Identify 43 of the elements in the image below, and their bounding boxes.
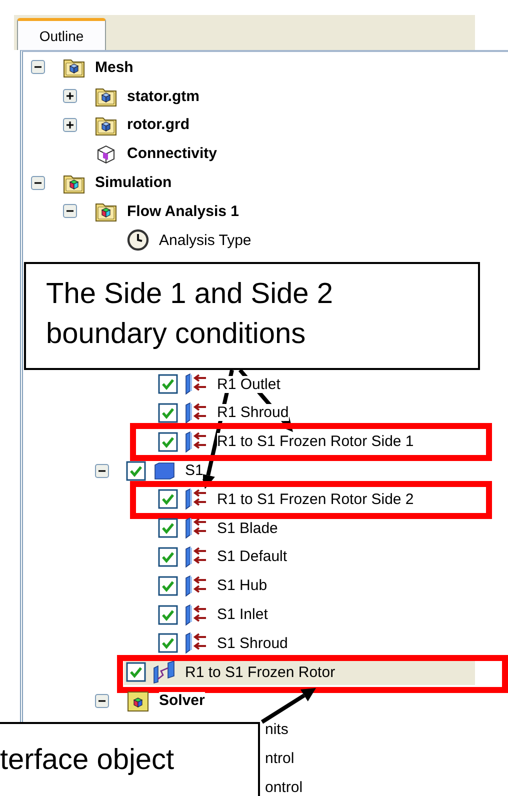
boundary-icon [184,430,208,454]
boundary-icon [184,400,208,425]
boundary-icon [184,516,208,540]
checkbox[interactable] [158,576,178,596]
collapse-icon[interactable] [31,176,45,190]
boundary-icon [184,602,208,627]
selected-tree-item[interactable]: R1 to S1 Frozen Rotor [124,659,475,686]
tree-item-label[interactable]: Analysis Type [159,232,252,249]
tree-item-label[interactable]: R1 Outlet [217,376,280,393]
collapse-icon[interactable] [31,60,45,74]
checkbox[interactable] [126,662,146,682]
boundary-icon [184,487,208,512]
boundary-icon [184,372,208,396]
interface-icon [152,660,176,684]
boundary-icon [184,574,208,598]
expand-icon[interactable] [63,89,77,104]
callout-text: The Side 1 and Side 2 boundary conditions [24,262,480,370]
checkbox[interactable] [158,374,178,394]
checkbox[interactable] [158,489,178,510]
checkbox[interactable] [158,518,178,538]
checkbox[interactable] [126,460,146,481]
collapse-icon[interactable] [95,464,109,478]
checkbox[interactable] [158,633,178,654]
tree-item-label[interactable]: R1 Shroud [217,404,289,422]
checkbox[interactable] [158,604,178,625]
checkbox[interactable] [158,546,178,567]
arrow [260,688,316,724]
boundary-icon [184,631,208,656]
checkbox[interactable] [158,402,178,423]
tree-item-label[interactable]: S1 [185,462,204,480]
collapse-icon[interactable] [63,204,77,218]
expand-icon[interactable] [63,118,77,132]
checkbox[interactable] [158,432,178,452]
outline-tab[interactable]: Outline [17,18,106,50]
tree-item-label[interactable]: rotor.grd [127,116,190,134]
tree-item-label[interactable]: Flow Analysis 1 [127,202,239,220]
colored-cube-icon [126,688,150,713]
tree-item-label[interactable]: Connectivity [127,145,218,162]
callout-text: terface object [0,722,260,796]
boundary-icon [184,544,208,569]
clock-icon [126,228,150,252]
collapse-icon[interactable] [95,694,109,708]
tree-item-label[interactable]: R1 to S1 Frozen Rotor [185,664,336,681]
